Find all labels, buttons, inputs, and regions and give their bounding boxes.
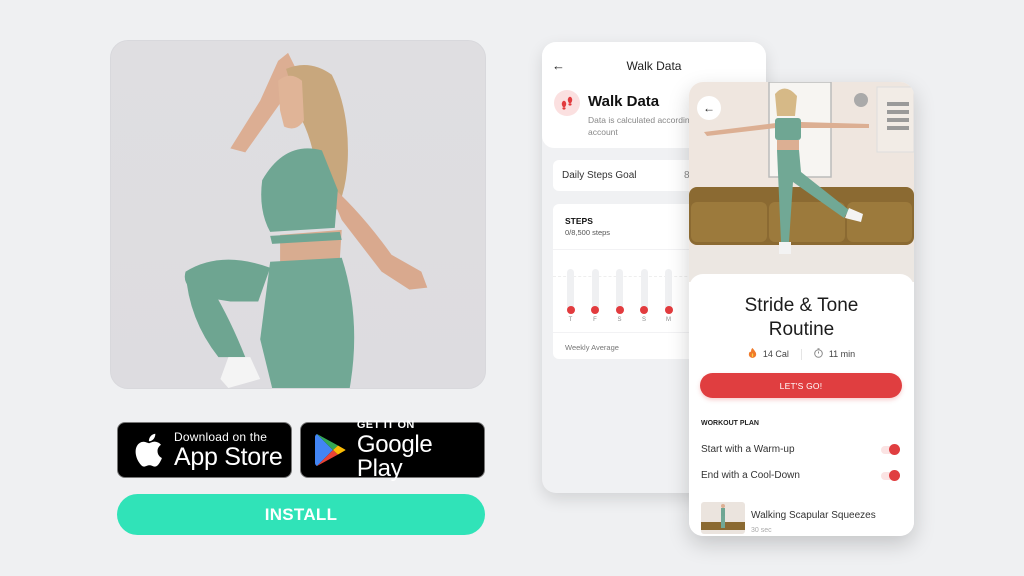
workout-screen: ← Stride & Tone Routine 14 Cal 11 min LE… [689, 82, 914, 536]
day-label: S [617, 317, 622, 323]
calories-value: 14 Cal [762, 349, 789, 359]
google-play-badge[interactable]: GET IT ON Google Play [300, 418, 485, 482]
weekly-average-label: Weekly Average [565, 343, 619, 352]
apple-icon [128, 430, 168, 470]
day-label: S [641, 317, 646, 323]
warmup-option-label: Start with a Warm-up [701, 444, 795, 455]
timer-icon [814, 348, 823, 360]
arrow-left-icon[interactable]: ← [697, 96, 721, 120]
google-play-line1: GET IT ON [356, 418, 415, 431]
screen-title: Walk Data [626, 59, 682, 73]
day-label: F [593, 317, 597, 323]
app-store-badge[interactable]: Download on the App Store [117, 422, 292, 478]
toggle-knob [889, 470, 900, 481]
day-label: T [568, 317, 573, 323]
cooldown-option-label: End with a Cool-Down [701, 470, 800, 481]
walk-data-heading: Walk Data [588, 93, 660, 110]
workout-plan-heading: WORKOUT PLAN [701, 420, 759, 427]
workout-title: Stride & Tone Routine [689, 294, 914, 342]
divider [800, 348, 802, 360]
toggle-knob [889, 444, 900, 455]
warmup-toggle[interactable] [881, 444, 901, 455]
app-store-line2: App Store [174, 442, 283, 471]
step-dot [566, 306, 575, 314]
hero-image [110, 40, 486, 389]
workout-meta: 14 Cal 11 min [689, 348, 914, 360]
lets-go-button[interactable]: LET'S GO! [700, 373, 902, 398]
step-dot [664, 306, 673, 314]
workout-cover-image [689, 82, 914, 282]
woman-exercising-illustration [111, 41, 485, 388]
footprints-icon [554, 90, 580, 116]
steps-label: STEPS [565, 216, 593, 226]
cooldown-toggle[interactable] [881, 470, 901, 481]
flame-icon [748, 348, 757, 360]
google-play-icon [311, 430, 351, 470]
exercise-thumbnail[interactable] [701, 502, 745, 534]
step-dot [591, 306, 599, 314]
workout-details-card: Stride & Tone Routine 14 Cal 11 min LET'… [689, 274, 914, 536]
install-button[interactable]: INSTALL [117, 494, 485, 535]
workout-title-line1: Stride & Tone [744, 295, 859, 316]
workout-title-line2: Routine [768, 319, 835, 340]
app-store-line1: Download on the [174, 429, 268, 444]
step-dot [615, 306, 624, 314]
google-play-line2: Google Play [356, 430, 433, 482]
duration-value: 11 min [828, 349, 856, 359]
steps-count: 0/8,500 steps [565, 228, 611, 237]
exercise-name[interactable]: Walking Scapular Squeezes [751, 510, 876, 521]
exercise-duration: 30 sec [751, 527, 772, 534]
step-dot [640, 306, 648, 314]
goal-label: Daily Steps Goal [562, 170, 637, 181]
day-label: M [666, 317, 671, 323]
